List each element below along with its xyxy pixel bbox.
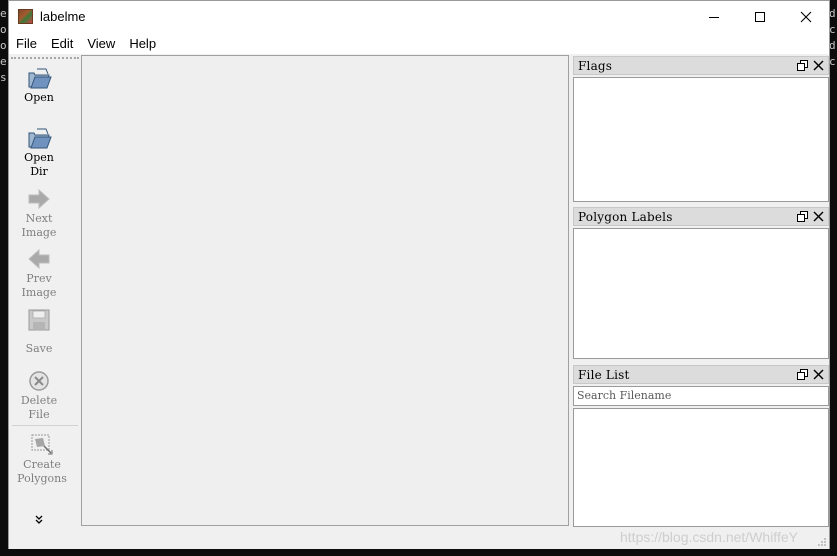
float-icon[interactable] (797, 211, 808, 222)
double-chevron-down-icon (35, 515, 43, 524)
flags-list[interactable] (573, 77, 829, 202)
prev-image-button[interactable]: Prev Image (9, 246, 69, 300)
polygon-labels-dock-title-bar[interactable]: Polygon Labels (573, 207, 829, 226)
flags-dock: Flags (573, 56, 829, 202)
flags-dock-title: Flags (578, 59, 613, 73)
prev-image-label-line2: Image (21, 286, 57, 299)
prev-image-label-line1: Prev (26, 272, 52, 285)
minimize-button[interactable] (691, 1, 737, 32)
open-label: Open (24, 91, 54, 104)
polygon-labels-dock: Polygon Labels (573, 207, 829, 359)
open-dir-button[interactable]: Open Dir (9, 125, 69, 179)
app-icon (18, 9, 33, 24)
open-button[interactable]: Open (9, 65, 69, 105)
save-button[interactable]: Save (9, 307, 69, 356)
minimize-icon (709, 16, 719, 18)
menu-edit[interactable]: Edit (44, 36, 80, 51)
delete-file-label-line2: File (28, 408, 50, 421)
search-filename-input[interactable]: Search Filename (573, 386, 829, 406)
save-label: Save (25, 342, 53, 355)
open-dir-label-line1: Open (24, 151, 54, 164)
close-button[interactable] (783, 1, 829, 32)
close-icon[interactable] (813, 369, 824, 380)
maximize-icon (755, 11, 765, 22)
toolbar-separator (12, 425, 78, 426)
toolbar-extension-button[interactable] (9, 515, 69, 527)
folder-open-icon (28, 68, 52, 89)
close-icon[interactable] (813, 60, 824, 71)
image-canvas[interactable] (81, 55, 569, 526)
size-grip-icon[interactable] (817, 537, 827, 547)
flags-dock-title-bar[interactable]: Flags (573, 56, 829, 75)
maximize-button[interactable] (737, 1, 783, 32)
labelme-window: labelme File Edit View Help Open Open Di… (8, 0, 830, 549)
close-icon[interactable] (813, 211, 824, 222)
folder-open-icon (28, 128, 52, 149)
create-polygons-label-line1: Create (23, 458, 61, 471)
float-icon[interactable] (797, 369, 808, 380)
polygon-icon (31, 434, 53, 455)
tools-toolbar: Open Open Dir Next Image Prev Image Save… (9, 55, 79, 525)
open-dir-label-line2: Dir (30, 165, 48, 178)
window-title: labelme (40, 9, 86, 24)
window-controls (691, 1, 829, 32)
menu-view[interactable]: View (80, 36, 122, 51)
delete-circle-icon (29, 371, 49, 391)
next-image-label-line1: Next (25, 212, 53, 225)
next-image-label-line2: Image (21, 226, 57, 239)
next-image-button[interactable]: Next Image (9, 186, 69, 240)
toolbar-grip[interactable] (11, 57, 79, 61)
create-polygons-label-line2: Polygons (17, 472, 67, 485)
close-icon (800, 11, 812, 22)
file-list-dock-title: File List (578, 368, 630, 382)
menu-help[interactable]: Help (122, 36, 163, 51)
file-list-dock: File List Search Filename (573, 365, 829, 527)
delete-file-button[interactable]: Delete File (9, 368, 69, 422)
watermark-text: https://blog.csdn.net/WhiffeY (620, 529, 798, 545)
menu-bar: File Edit View Help (9, 32, 829, 54)
file-list-dock-title-bar[interactable]: File List (573, 365, 829, 384)
arrow-right-icon (28, 188, 50, 210)
delete-file-label-line1: Delete (20, 394, 58, 407)
file-list[interactable] (573, 408, 829, 527)
menu-file[interactable]: File (9, 36, 44, 51)
polygon-labels-list[interactable] (573, 228, 829, 359)
terminal-background-right: dcdc (829, 7, 836, 68)
title-bar[interactable]: labelme (9, 1, 829, 32)
float-icon[interactable] (797, 60, 808, 71)
polygon-labels-dock-title: Polygon Labels (578, 210, 673, 224)
create-polygons-button[interactable]: Create Polygons (11, 432, 73, 486)
floppy-disk-icon (28, 309, 50, 331)
arrow-left-icon (28, 248, 50, 270)
